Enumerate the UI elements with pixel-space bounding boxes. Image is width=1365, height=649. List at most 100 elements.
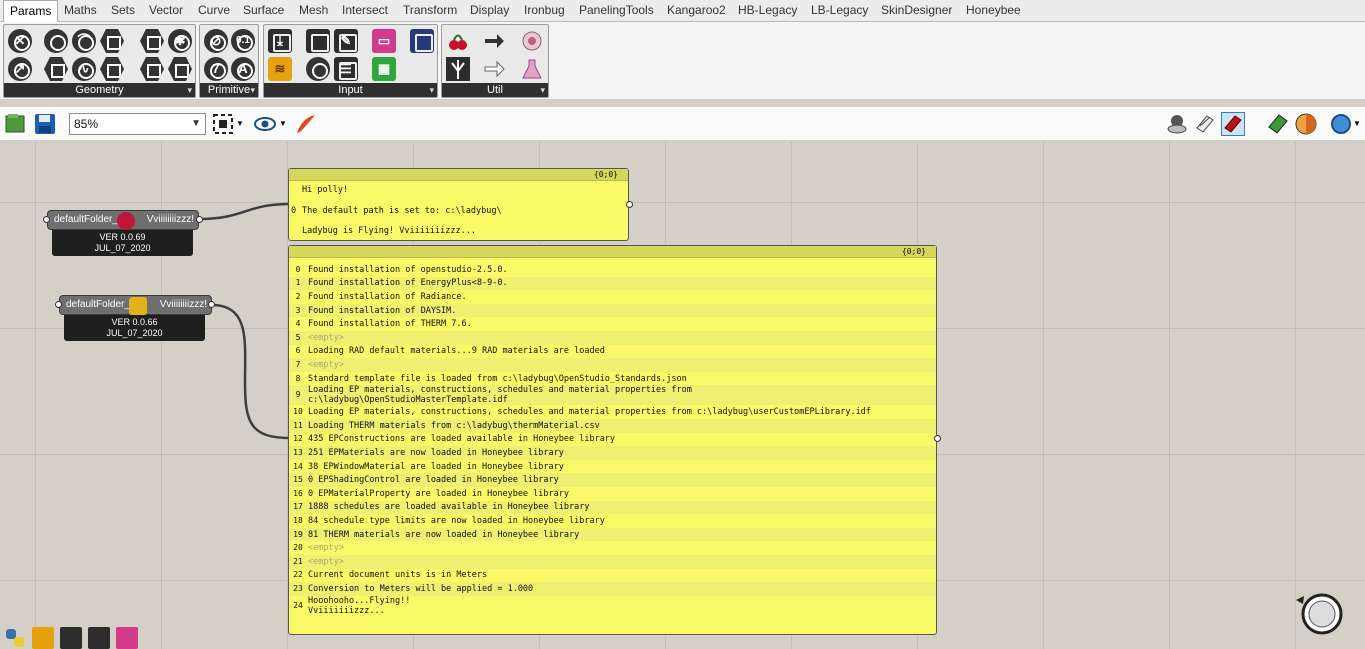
- box-param-icon[interactable]: [100, 29, 124, 53]
- panel-row: 16 0 EPMaterialProperty are loaded in Hon…: [289, 487, 936, 501]
- point-param-icon[interactable]: ✕: [8, 29, 32, 53]
- line-param-icon[interactable]: [44, 57, 68, 81]
- sketch-pen-icon[interactable]: [294, 112, 318, 136]
- surface-param-icon[interactable]: [140, 57, 164, 81]
- material-preview-icon[interactable]: [1294, 112, 1318, 136]
- ladybug-output-panel[interactable]: {0;0} Hi polly! 0 The default path is se…: [288, 168, 629, 241]
- panel-icon[interactable]: [410, 29, 434, 53]
- slider-icon[interactable]: [306, 57, 330, 81]
- primitive-expand-icon[interactable]: ▾: [250, 83, 255, 97]
- honeybee-node[interactable]: defaultFolder_ Vviiiiiiiizzz!: [59, 295, 212, 315]
- tab-honeybee[interactable]: Honeybee: [960, 0, 1027, 22]
- brep-param-icon[interactable]: [140, 29, 164, 53]
- output-grip[interactable]: [196, 216, 203, 223]
- tab-vector[interactable]: Vector: [143, 0, 189, 22]
- geometry-param-icon[interactable]: [168, 57, 192, 81]
- cherry-picker-icon[interactable]: [446, 29, 470, 53]
- import-icon[interactable]: [88, 627, 110, 649]
- gradient-icon[interactable]: [116, 627, 138, 649]
- preview-dropdown-icon[interactable]: ▼: [279, 112, 289, 136]
- value-list-icon[interactable]: ☰: [334, 57, 358, 81]
- python-icon[interactable]: [4, 627, 26, 649]
- preview-eye-icon[interactable]: [253, 112, 277, 136]
- toggle-icon[interactable]: [60, 627, 82, 649]
- input-panel-label[interactable]: Input: [264, 83, 437, 97]
- flask-icon[interactable]: [520, 57, 544, 81]
- wireframe-preview-icon[interactable]: [1193, 112, 1217, 136]
- circle-param-icon[interactable]: [44, 29, 68, 53]
- panel-output-grip[interactable]: [934, 435, 941, 442]
- graph-mapper-icon[interactable]: [32, 627, 54, 649]
- integer-param-icon[interactable]: 7: [204, 57, 228, 81]
- ladybug-node[interactable]: defaultFolder_ Vviiiiiiiizzz!: [47, 210, 199, 230]
- honeybee-output-panel[interactable]: {0;0} 0 Found installation of openstudio-…: [288, 245, 937, 635]
- arc-param-icon[interactable]: ⌒: [72, 29, 96, 53]
- open-file-icon[interactable]: [4, 112, 28, 136]
- display-settings-icon[interactable]: [1329, 112, 1353, 136]
- tab-curve[interactable]: Curve: [192, 0, 236, 22]
- panel-row: 7 <empty>: [289, 358, 936, 372]
- toggle-icon[interactable]: [306, 29, 330, 53]
- input-grip[interactable]: [43, 216, 50, 223]
- number-param-icon[interactable]: 0.1: [231, 29, 255, 53]
- geometry-expand-icon[interactable]: ▾: [187, 83, 192, 97]
- tab-params[interactable]: Params: [3, 0, 59, 23]
- tab-kangaroo2[interactable]: Kangaroo2: [661, 0, 732, 22]
- zoom-extents-icon[interactable]: [211, 112, 235, 136]
- geometry-panel-label[interactable]: Geometry: [4, 83, 195, 97]
- relay-arrow-icon[interactable]: [482, 57, 506, 81]
- save-file-icon[interactable]: [33, 112, 57, 136]
- tab-panelingtools[interactable]: PanelingTools: [573, 0, 660, 22]
- util-panel-label[interactable]: Util: [442, 83, 548, 97]
- curve-param-icon[interactable]: ∿: [72, 57, 96, 81]
- tab-intersect[interactable]: Intersect: [336, 0, 394, 22]
- tab-transform[interactable]: Transform: [397, 0, 463, 22]
- boolean-param-icon[interactable]: ⊘: [204, 29, 228, 53]
- vector-param-icon[interactable]: ↗: [8, 57, 32, 81]
- input-expand-icon[interactable]: ▾: [429, 83, 434, 97]
- text-param-icon[interactable]: A: [231, 57, 255, 81]
- input-grip[interactable]: [55, 301, 62, 308]
- display-settings-dropdown-icon[interactable]: ▼: [1353, 112, 1363, 136]
- ladybug-output[interactable]: Vviiiiiiiizzz!: [147, 211, 194, 229]
- row-text: <empty>: [308, 543, 344, 554]
- tab-ironbug[interactable]: Ironbug: [518, 0, 571, 22]
- tab-sets[interactable]: Sets: [105, 0, 141, 22]
- honeybee-logo-icon: [129, 297, 147, 315]
- default-folder-input[interactable]: defaultFolder_: [54, 211, 118, 229]
- tab-mesh[interactable]: Mesh: [293, 0, 334, 22]
- navigation-widget[interactable]: [1294, 592, 1346, 638]
- matrix-icon[interactable]: ▦: [372, 57, 396, 81]
- ghost-preview-icon[interactable]: [1165, 112, 1189, 136]
- default-folder-input[interactable]: defaultFolder_: [66, 296, 130, 314]
- zoom-extents-dropdown-icon[interactable]: ▼: [236, 112, 246, 136]
- shaded-preview-icon[interactable]: [1221, 112, 1245, 136]
- tab-skindesigner[interactable]: SkinDesigner: [875, 0, 958, 22]
- zoom-dropdown[interactable]: 85% ▼: [69, 113, 206, 135]
- button-icon[interactable]: ✎: [334, 29, 358, 53]
- panel-output-grip[interactable]: [626, 201, 633, 208]
- grasshopper-canvas[interactable]: defaultFolder_ Vviiiiiiiizzz! VER 0.0.69…: [0, 142, 1365, 649]
- plane-param-icon[interactable]: [100, 57, 124, 81]
- version-text: VER 0.0.69: [99, 232, 146, 242]
- tab-surface[interactable]: Surface: [237, 0, 290, 22]
- jump-arrow-icon[interactable]: [482, 29, 506, 53]
- data-tree-icon[interactable]: [446, 57, 470, 81]
- honeybee-output[interactable]: Vviiiiiiiizzz!: [160, 296, 207, 314]
- graph-mapper-icon[interactable]: ≋: [268, 57, 292, 81]
- fitness-icon[interactable]: [520, 29, 544, 53]
- tab-lb-legacy[interactable]: LB-Legacy: [805, 0, 874, 22]
- output-grip[interactable]: [208, 301, 215, 308]
- import-icon[interactable]: ⤓: [268, 29, 292, 53]
- primitive-panel-label[interactable]: Primitive: [200, 83, 258, 97]
- row-index: 13: [293, 447, 303, 457]
- tab-hb-legacy[interactable]: HB-Legacy: [732, 0, 803, 22]
- util-expand-icon[interactable]: ▾: [540, 83, 545, 97]
- mesh-param-icon[interactable]: ✱: [168, 29, 192, 53]
- preview-selected-icon[interactable]: [1266, 112, 1290, 136]
- row-index: 8: [295, 373, 301, 383]
- row-text: Found installation of Radiance.: [308, 291, 467, 302]
- tab-display[interactable]: Display: [464, 0, 515, 22]
- tab-maths[interactable]: Maths: [58, 0, 103, 22]
- gradient-icon[interactable]: ▭: [372, 29, 396, 53]
